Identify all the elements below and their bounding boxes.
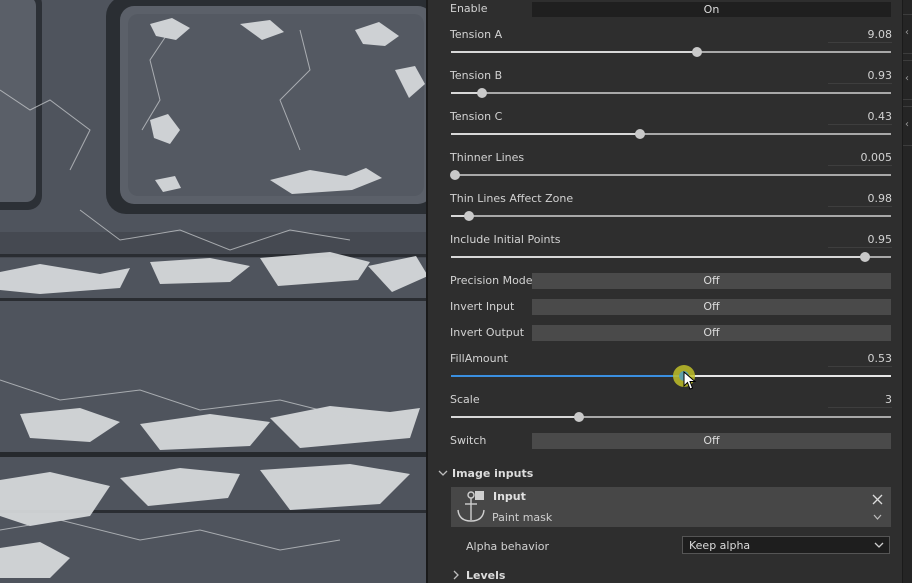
initial-points-fill bbox=[451, 256, 865, 258]
collapse-arrow-icon: ‹ bbox=[905, 73, 909, 84]
properties-panel: Enable On Tension A 9.08 Tension B 0.93 … bbox=[428, 0, 902, 583]
initial-points-handle[interactable] bbox=[859, 252, 870, 262]
tension-a-label: Tension A bbox=[450, 28, 503, 41]
initial-points-value[interactable]: 0.95 bbox=[828, 233, 892, 248]
alpha-behavior-select[interactable]: Keep alpha bbox=[682, 536, 890, 554]
tension-c-value[interactable]: 0.43 bbox=[828, 110, 892, 125]
viewport-3d[interactable] bbox=[0, 0, 426, 583]
precision-mode-toggle[interactable]: Off bbox=[532, 273, 891, 289]
image-inputs-header[interactable]: Image inputs bbox=[438, 467, 533, 480]
viewport-render bbox=[0, 0, 426, 583]
scale-handle[interactable] bbox=[573, 412, 584, 422]
dock-tab-2[interactable]: ‹ bbox=[903, 60, 912, 100]
tension-a-slider[interactable] bbox=[451, 47, 891, 57]
chevron-down-icon[interactable] bbox=[873, 514, 882, 521]
collapse-arrow-icon: ‹ bbox=[905, 119, 909, 130]
alpha-behavior-value: Keep alpha bbox=[689, 539, 751, 552]
image-inputs-title: Image inputs bbox=[452, 467, 534, 480]
fill-amount-value[interactable]: 0.53 bbox=[828, 352, 892, 367]
dock-tab-3[interactable]: ‹ bbox=[903, 106, 912, 146]
scale-slider[interactable] bbox=[451, 412, 891, 422]
fill-amount-label: FillAmount bbox=[450, 352, 508, 365]
input-title: Input bbox=[493, 490, 526, 503]
chevron-right-icon bbox=[453, 570, 459, 580]
cursor-icon bbox=[683, 371, 697, 390]
enable-toggle[interactable]: On bbox=[532, 2, 891, 17]
close-icon[interactable] bbox=[872, 494, 883, 505]
invert-input-toggle[interactable]: Off bbox=[532, 299, 891, 315]
thinner-lines-handle[interactable] bbox=[450, 170, 461, 180]
tension-b-value[interactable]: 0.93 bbox=[828, 69, 892, 84]
tension-c-handle[interactable] bbox=[635, 129, 646, 139]
precision-mode-label: Precision Mode bbox=[450, 274, 533, 287]
invert-input-label: Invert Input bbox=[450, 300, 515, 313]
dock-tab-1[interactable]: ‹ bbox=[903, 14, 912, 54]
tension-b-label: Tension B bbox=[450, 69, 503, 82]
scale-fill bbox=[451, 416, 579, 418]
tension-b-slider[interactable] bbox=[451, 88, 891, 98]
invert-output-toggle[interactable]: Off bbox=[532, 325, 891, 341]
thinner-lines-slider[interactable] bbox=[450, 170, 891, 180]
chevron-down-icon bbox=[438, 470, 448, 476]
levels-header[interactable]: Levels bbox=[452, 569, 505, 582]
input-subtitle: Paint mask bbox=[492, 511, 553, 524]
input-card[interactable]: Input Paint mask bbox=[451, 487, 891, 527]
initial-points-label: Include Initial Points bbox=[450, 233, 561, 246]
right-dock-bar: ‹ ‹ ‹ bbox=[902, 0, 912, 583]
scale-value[interactable]: 3 bbox=[828, 393, 892, 408]
thinner-lines-value[interactable]: 0.005 bbox=[828, 151, 892, 166]
alpha-behavior-label: Alpha behavior bbox=[466, 540, 550, 553]
levels-title: Levels bbox=[466, 569, 506, 582]
tension-c-fill bbox=[451, 133, 641, 135]
collapse-arrow-icon: ‹ bbox=[905, 27, 909, 38]
invert-output-label: Invert Output bbox=[450, 326, 525, 339]
thin-lines-zone-handle[interactable] bbox=[463, 211, 474, 221]
switch-toggle[interactable]: Off bbox=[532, 433, 891, 449]
switch-label: Switch bbox=[450, 434, 487, 447]
tension-b-handle[interactable] bbox=[476, 88, 487, 98]
thin-lines-zone-slider[interactable] bbox=[451, 211, 891, 221]
tension-a-handle[interactable] bbox=[692, 47, 703, 57]
tension-a-fill bbox=[451, 51, 698, 53]
fill-amount-slider[interactable] bbox=[451, 365, 891, 390]
initial-points-slider[interactable] bbox=[451, 252, 891, 262]
anchor-icon bbox=[457, 491, 485, 522]
thin-lines-zone-label: Thin Lines Affect Zone bbox=[450, 192, 574, 205]
thinner-lines-label: Thinner Lines bbox=[450, 151, 525, 164]
tension-c-label: Tension C bbox=[450, 110, 503, 123]
tension-c-slider[interactable] bbox=[451, 129, 891, 139]
enable-label: Enable bbox=[450, 2, 488, 15]
fill-amount-fill bbox=[451, 375, 685, 377]
tension-a-value[interactable]: 9.08 bbox=[828, 28, 892, 43]
scale-label: Scale bbox=[450, 393, 480, 406]
thin-lines-zone-value[interactable]: 0.98 bbox=[828, 192, 892, 207]
chevron-down-icon bbox=[874, 542, 884, 548]
